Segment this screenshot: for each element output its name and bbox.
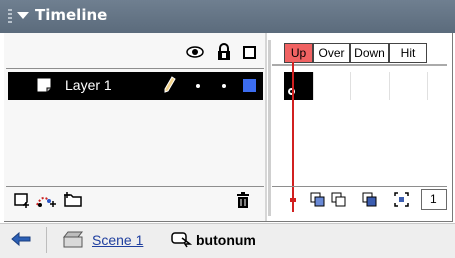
eye-icon[interactable]	[186, 46, 204, 58]
current-frame-field[interactable]: 1	[421, 189, 447, 210]
breadcrumb-separator	[46, 227, 47, 253]
collapse-triangle-icon[interactable]	[17, 12, 29, 19]
symbol-breadcrumb-label[interactable]: butonum	[196, 232, 256, 248]
scene-clapper-icon	[62, 231, 84, 248]
pencil-icon	[164, 76, 176, 93]
frame-header-underline	[272, 64, 447, 66]
onion-outline-icon[interactable]	[362, 192, 377, 207]
outline-icon[interactable]	[243, 46, 256, 59]
panel-title: Timeline	[35, 6, 108, 24]
trash-icon[interactable]	[236, 191, 250, 209]
frame-cell-up[interactable]	[284, 72, 313, 100]
frame-label-down[interactable]: Down	[350, 43, 389, 63]
frame-label-over[interactable]: Over	[313, 43, 350, 63]
motion-guide-icon[interactable]	[35, 191, 59, 209]
column-divider[interactable]	[265, 33, 267, 221]
center-frame-icon[interactable]	[310, 192, 325, 207]
edit-multiple-icon[interactable]	[394, 192, 409, 207]
frame-cell-divider	[427, 72, 428, 100]
layer-name[interactable]: Layer 1	[65, 77, 112, 93]
layer-outline-color-swatch[interactable]	[243, 79, 256, 92]
onion-skin-icon[interactable]	[331, 192, 346, 207]
frame-label-hit[interactable]: Hit	[389, 43, 427, 63]
column-divider-handle[interactable]	[268, 40, 271, 216]
frame-label-up[interactable]: Up	[284, 43, 313, 63]
frame-cell-divider	[389, 72, 390, 100]
lock-icon[interactable]	[217, 43, 231, 61]
layer-doc-icon	[36, 77, 52, 93]
panel-grip-icon[interactable]	[8, 9, 12, 25]
visibility-dot[interactable]	[196, 84, 200, 88]
lock-dot[interactable]	[222, 84, 226, 88]
frame-cell-divider	[313, 72, 314, 100]
insert-folder-icon[interactable]	[63, 191, 85, 209]
button-symbol-icon	[171, 232, 192, 248]
frame-cell-divider	[350, 72, 351, 100]
scene-breadcrumb-link[interactable]: Scene 1	[92, 232, 143, 248]
back-arrow-icon[interactable]	[10, 231, 32, 247]
insert-layer-icon[interactable]	[13, 191, 31, 209]
